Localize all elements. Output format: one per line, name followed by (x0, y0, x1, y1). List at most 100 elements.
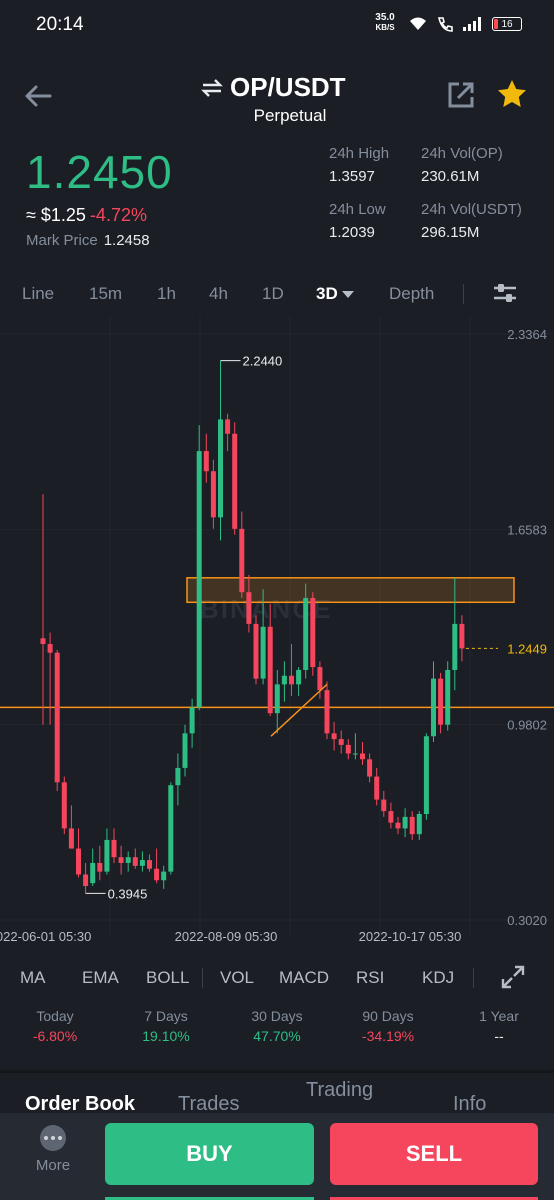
candle-body (97, 862, 103, 872)
buy-button[interactable]: BUY (105, 1123, 314, 1185)
candle-body (83, 874, 89, 887)
candle-body (331, 733, 337, 740)
pair-selector[interactable]: OP/USDT (200, 72, 370, 103)
stat-value: 296.15M (421, 224, 480, 241)
candle-body (175, 767, 181, 786)
candle-body (125, 857, 131, 863)
sell-button[interactable]: SELL (330, 1123, 538, 1185)
status-icons: 16 (408, 14, 522, 34)
candle-body (345, 744, 351, 754)
x-axis-label: 2022-06-01 05:30 (0, 929, 91, 944)
more-icon (40, 1125, 66, 1151)
y-tick-label: 2.3364 (507, 327, 547, 342)
candle-body (161, 871, 167, 881)
candle-body (317, 667, 323, 691)
usd-value: ≈ $1.25 (26, 205, 86, 225)
stat-24h-vol-op: 24h Vol(OP) 230.61M (421, 145, 503, 185)
x-axis-label: 2022-10-17 05:30 (359, 929, 462, 944)
last-price: 1.2450 (26, 146, 173, 198)
candle-body (54, 652, 60, 783)
perf-label: 1 Year (479, 1008, 519, 1024)
candle-body (225, 419, 231, 434)
perf-label: Today (36, 1008, 74, 1024)
candle-body (352, 753, 358, 755)
clock: 20:14 (36, 14, 84, 35)
candle-body (76, 848, 81, 875)
pair-title: OP/USDT (230, 72, 346, 102)
divider (473, 968, 474, 988)
candle-body (132, 857, 138, 866)
tab-1h[interactable]: 1h (157, 284, 176, 304)
battery-level: 16 (501, 18, 513, 30)
status-bar: 20:14 35.0 KB/S 16 (0, 0, 554, 50)
candle-body (68, 828, 74, 849)
candle-body (409, 816, 415, 835)
candle-body (459, 623, 465, 649)
mark-price-label: Mark Price (26, 232, 98, 249)
candle-body (324, 690, 330, 734)
perf-today: Today -6.80% (0, 1008, 110, 1044)
candle-body (218, 419, 223, 518)
perf-label: 90 Days (362, 1008, 414, 1024)
indicator-kdj[interactable]: KDJ (422, 968, 454, 988)
indicator-ema[interactable]: EMA (82, 968, 119, 988)
tab-1d[interactable]: 1D (262, 284, 284, 304)
indicator-boll[interactable]: BOLL (146, 968, 189, 988)
candle-body (360, 753, 365, 760)
divider (463, 284, 464, 304)
perf-value: -34.19% (361, 1028, 415, 1044)
indicator-ma[interactable]: MA (20, 968, 46, 988)
indicator-rsi[interactable]: RSI (356, 968, 384, 988)
max-price-label: 2.2440 (243, 354, 283, 369)
candle-body (118, 857, 124, 863)
candle-body (232, 433, 238, 529)
candle-body (61, 782, 67, 829)
stat-label: 24h High (329, 145, 390, 162)
network-speed-value: 35.0 (375, 12, 395, 23)
more-button[interactable]: More (26, 1125, 80, 1174)
price-change: -4.72% (89, 205, 147, 225)
stat-value: 1.2039 (329, 224, 375, 241)
favorite-star-icon[interactable] (496, 78, 528, 110)
share-icon[interactable] (446, 80, 476, 110)
tab-depth[interactable]: Depth (389, 284, 434, 304)
header: OP/USDT Perpetual (0, 60, 554, 130)
candle-body (47, 644, 53, 653)
candle-body (388, 811, 394, 823)
chart-settings-icon[interactable] (492, 280, 518, 306)
candle-body (111, 839, 117, 858)
tab-15m[interactable]: 15m (89, 284, 122, 304)
fullscreen-icon[interactable] (500, 964, 526, 990)
candle-body (189, 707, 195, 734)
candle-body (296, 669, 302, 685)
candle-body (416, 813, 422, 835)
stat-value: 230.61M (421, 168, 480, 185)
more-label: More (35, 1157, 71, 1174)
candle-body (40, 638, 46, 645)
candle-body (338, 739, 344, 745)
candle-body (310, 597, 316, 668)
back-arrow-icon[interactable] (22, 80, 54, 112)
indicator-vol[interactable]: VOL (220, 968, 254, 988)
mark-price-value: 1.2458 (103, 232, 150, 249)
usd-price: ≈ $1.25 -4.72% (26, 205, 147, 226)
stat-label: 24h Low (329, 201, 386, 218)
candle-body (402, 816, 408, 829)
tab-trading[interactable]: Trading (306, 1079, 373, 1102)
candle-body (104, 839, 110, 872)
min-price-label: 0.3945 (108, 886, 148, 901)
price-chart[interactable]: BINANCE2.33641.65830.98020.30202.24400.3… (0, 316, 554, 948)
tab-3d[interactable]: 3D (316, 284, 355, 304)
y-tick-label: 0.3020 (507, 913, 547, 928)
candle-body (381, 799, 387, 812)
candle-body (147, 860, 152, 869)
indicator-macd[interactable]: MACD (279, 968, 329, 988)
candle-body (203, 451, 209, 472)
candle-body (182, 733, 188, 768)
candle-body (431, 678, 436, 737)
y-tick-label: 0.9802 (507, 718, 547, 733)
tab-line[interactable]: Line (22, 284, 54, 304)
stat-24h-high: 24h High 1.3597 (329, 145, 389, 185)
perf-90d: 90 Days -34.19% (333, 1008, 443, 1044)
tab-4h[interactable]: 4h (209, 284, 228, 304)
